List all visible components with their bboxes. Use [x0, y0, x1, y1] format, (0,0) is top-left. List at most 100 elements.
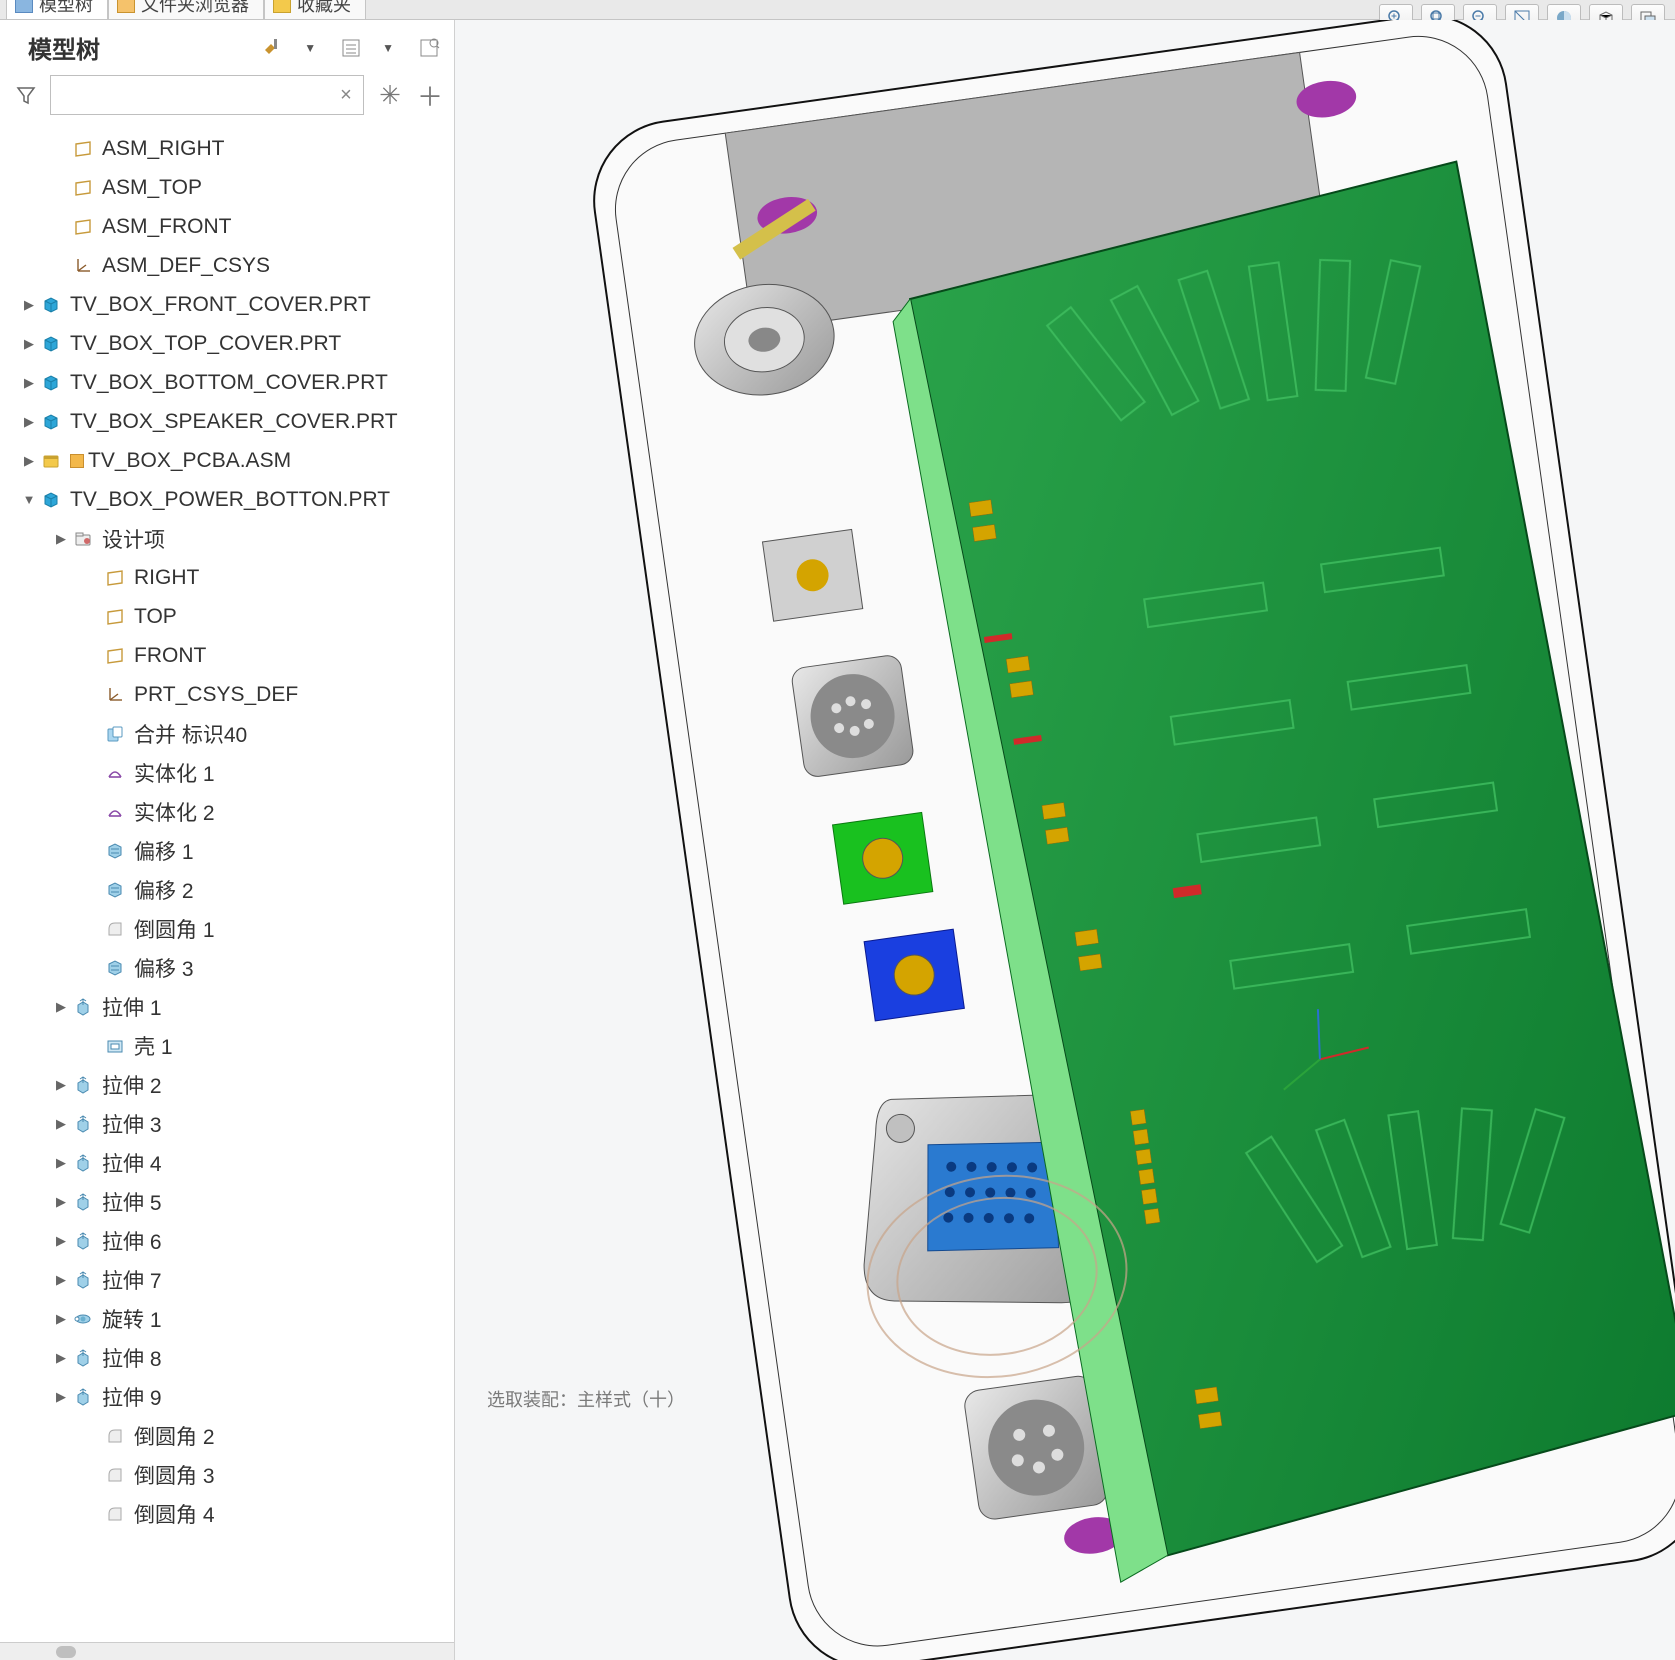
tree-item[interactable]: ▶设计项 [0, 519, 454, 558]
tree-item[interactable]: ▶偏移 1 [0, 831, 454, 870]
expand-icon[interactable]: ▶ [50, 1269, 72, 1291]
extrude-icon [72, 1074, 94, 1096]
extrude-icon [72, 1191, 94, 1213]
tree-item[interactable]: ▶拉伸 3 [0, 1104, 454, 1143]
collapse-icon[interactable]: ▼ [18, 489, 40, 511]
tree-item[interactable]: ▶倒圆角 3 [0, 1455, 454, 1494]
star-icon [273, 0, 291, 13]
part-icon [40, 411, 62, 433]
expand-icon[interactable]: ▶ [50, 1386, 72, 1408]
expand-icon[interactable]: ▶ [50, 1113, 72, 1135]
tree-item[interactable]: ▶拉伸 9 [0, 1377, 454, 1416]
chevron-down-icon: ▼ [382, 41, 394, 55]
tree-item[interactable]: ▶ 拉伸 2 [0, 1065, 454, 1104]
add-button[interactable]: ＋ [416, 81, 444, 109]
tree-item[interactable]: ▶TV_BOX_SPEAKER_COVER.PRT [0, 402, 454, 441]
tree-item[interactable]: ▶偏移 2 [0, 870, 454, 909]
expand-icon[interactable]: ▶ [18, 333, 40, 355]
part-icon [40, 294, 62, 316]
plane-icon [72, 177, 94, 199]
3d-viewport[interactable]: 选取装配：主样式（十） [455, 20, 1675, 1660]
expand-icon[interactable]: ▶ [18, 294, 40, 316]
horizontal-scrollbar[interactable] [0, 1642, 454, 1660]
tree-item[interactable]: ▶倒圆角 4 [0, 1494, 454, 1533]
tree-item[interactable]: ▶ASM_TOP [0, 168, 454, 207]
expand-icon[interactable]: ▶ [50, 1152, 72, 1174]
tree-item[interactable]: ▶RIGHT [0, 558, 454, 597]
tree-item[interactable]: ▶TV_BOX_TOP_COVER.PRT [0, 324, 454, 363]
extrude-icon [72, 1347, 94, 1369]
revolve-icon [72, 1308, 94, 1330]
offset-icon [104, 879, 126, 901]
tree-item-label: ASM_DEF_CSYS [102, 254, 446, 278]
expand-icon[interactable]: ▶ [18, 372, 40, 394]
tab-label: 收藏夹 [297, 0, 351, 17]
tab-tree[interactable]: 模型树 [6, 0, 108, 19]
tree-item[interactable]: ▶拉伸 5 [0, 1182, 454, 1221]
expand-icon[interactable]: ▶ [18, 411, 40, 433]
tree-item-label: 拉伸 1 [102, 992, 446, 1022]
tree-item-label: 倒圆角 2 [134, 1421, 446, 1451]
tree-search-input[interactable] [50, 75, 364, 115]
tree-item-label: 拉伸 2 [102, 1070, 446, 1100]
tree-item[interactable]: ▶TOP [0, 597, 454, 636]
expand-icon[interactable]: ▶ [50, 1230, 72, 1252]
offset-icon [104, 840, 126, 862]
expand-icon[interactable]: ▶ [50, 1191, 72, 1213]
solidify-icon [104, 762, 126, 784]
merge-icon [104, 723, 126, 745]
tree-item[interactable]: ▶偏移 3 [0, 948, 454, 987]
tree-item[interactable]: ▶ASM_RIGHT [0, 129, 454, 168]
tree-item[interactable]: ▶FRONT [0, 636, 454, 675]
tree-item[interactable]: ▶实体化 2 [0, 792, 454, 831]
extrude-icon [72, 1386, 94, 1408]
tree-item[interactable]: ▶TV_BOX_FRONT_COVER.PRT [0, 285, 454, 324]
settings-button[interactable] [414, 35, 444, 61]
tree-item[interactable]: ▶TV_BOX_PCBA.ASM [0, 441, 454, 480]
expand-icon[interactable]: ▶ [50, 1347, 72, 1369]
tree-item-label: ASM_RIGHT [102, 137, 446, 161]
tree-item[interactable]: ▶ASM_DEF_CSYS [0, 246, 454, 285]
favorite-button[interactable]: ✳ [376, 81, 404, 109]
tree-item[interactable]: ▶实体化 1 [0, 753, 454, 792]
tree-item[interactable]: ▶ASM_FRONT [0, 207, 454, 246]
tree-item[interactable]: ▶拉伸 8 [0, 1338, 454, 1377]
tree-item[interactable]: ▶合并 标识40 [0, 714, 454, 753]
extrude-icon [72, 1230, 94, 1252]
tree-item-label: TV_BOX_POWER_BOTTON.PRT [70, 488, 446, 512]
tree-item-label: 拉伸 4 [102, 1148, 446, 1178]
expand-icon[interactable]: ▶ [50, 1308, 72, 1330]
tree-item-label: 拉伸 7 [102, 1265, 446, 1295]
expand-icon[interactable]: ▶ [18, 450, 40, 472]
top-tabs: 模型树文件夹浏览器 收藏夹 [0, 0, 1675, 20]
tree-item[interactable]: ▶PRT_CSYS_DEF [0, 675, 454, 714]
tree-item[interactable]: ▶ 拉伸 1 [0, 987, 454, 1026]
clear-search-button[interactable]: × [334, 83, 358, 107]
tree-item[interactable]: ▶ 拉伸 6 [0, 1221, 454, 1260]
tree-item[interactable]: ▶倒圆角 2 [0, 1416, 454, 1455]
tree-item[interactable]: ▶TV_BOX_BOTTOM_COVER.PRT [0, 363, 454, 402]
expand-icon[interactable]: ▶ [50, 1074, 72, 1096]
tree-item[interactable]: ▶ 拉伸 4 [0, 1143, 454, 1182]
extrude-icon [72, 1113, 94, 1135]
model-tree[interactable]: ▶ASM_RIGHT▶ASM_TOP▶ASM_FRONT▶ASM_DEF_CSY… [0, 125, 454, 1642]
tools-button[interactable] [258, 35, 288, 61]
plane-icon [72, 138, 94, 160]
tree-item[interactable]: ▶旋转 1 [0, 1299, 454, 1338]
tree-item-label: FRONT [134, 644, 446, 668]
tree-item[interactable]: ▶壳 1 [0, 1026, 454, 1065]
tree-item[interactable]: ▶倒圆角 1 [0, 909, 454, 948]
tree-item[interactable]: ▼ TV_BOX_POWER_BOTTON.PRT [0, 480, 454, 519]
tree-item[interactable]: ▶ 拉伸 7 [0, 1260, 454, 1299]
filter-icon[interactable] [14, 83, 38, 107]
display-options-button[interactable] [336, 35, 366, 61]
plane-icon [72, 216, 94, 238]
tab-folder[interactable]: 文件夹浏览器 [108, 0, 264, 19]
expand-icon[interactable]: ▶ [50, 996, 72, 1018]
tree-item-label: 拉伸 6 [102, 1226, 446, 1256]
part-icon [40, 372, 62, 394]
round-icon [104, 1425, 126, 1447]
expand-icon[interactable]: ▶ [50, 528, 72, 550]
part-icon [40, 333, 62, 355]
tab-star[interactable]: 收藏夹 [264, 0, 366, 19]
